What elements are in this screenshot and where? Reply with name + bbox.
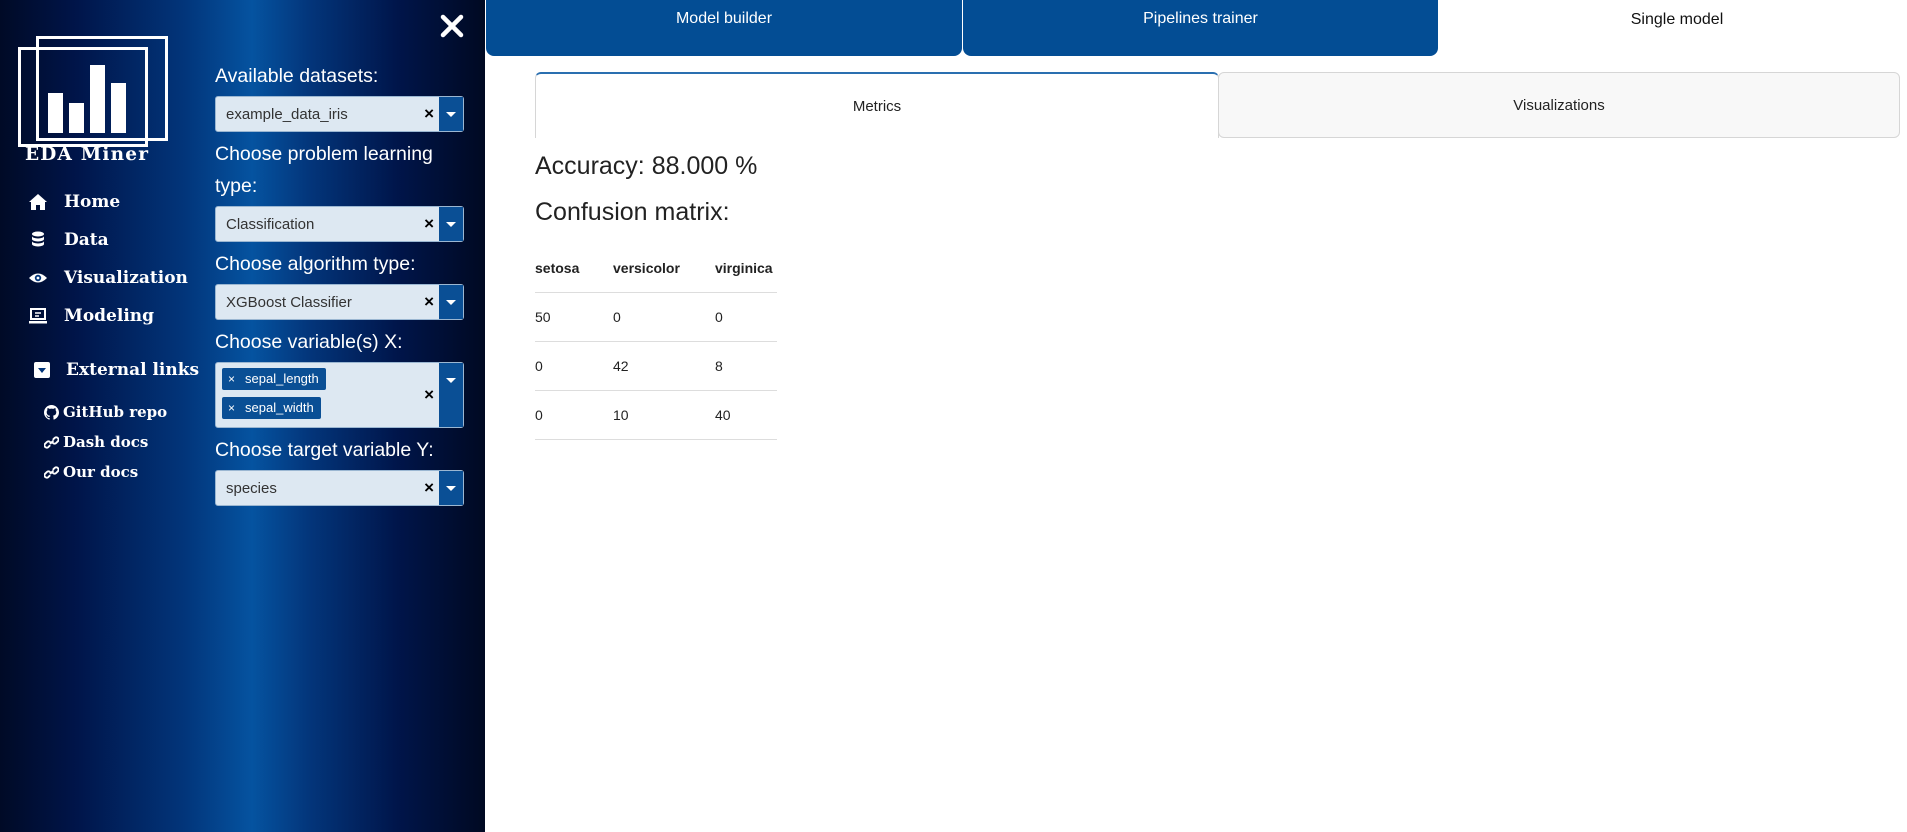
table-row: 0 10 40 xyxy=(535,390,777,440)
chevron-down-icon[interactable] xyxy=(439,207,463,241)
algorithm-label: Choose algorithm type: xyxy=(215,253,416,275)
problem-type-label: Choose problem learning type: xyxy=(215,143,433,197)
column-header: setosa xyxy=(535,243,613,293)
problem-type-dropdown[interactable]: Classification × xyxy=(215,206,464,242)
y-variable-value: species xyxy=(226,480,277,497)
logo-text: EDA Miner xyxy=(25,144,150,165)
external-links-toggle[interactable]: External links xyxy=(34,360,199,380)
tab-single-model[interactable]: Single model xyxy=(1439,0,1907,56)
external-links-list: GitHub repo Dash docs Our docs xyxy=(44,397,167,487)
remove-tag-icon[interactable]: × xyxy=(228,372,235,386)
model-controls: Available datasets: example_data_iris × … xyxy=(215,60,465,512)
close-sidebar-icon[interactable] xyxy=(436,10,468,42)
sidebar-item-data[interactable]: Data xyxy=(28,221,188,259)
remove-tag-icon[interactable]: × xyxy=(228,401,235,415)
y-variable-label: Choose target variable Y: xyxy=(215,439,434,461)
table-row: 50 0 0 xyxy=(535,292,777,342)
clear-icon[interactable]: × xyxy=(424,105,434,123)
link-icon xyxy=(44,465,59,479)
link-label: Our docs xyxy=(63,463,139,481)
link-label: GitHub repo xyxy=(63,403,168,421)
table-cell: 50 xyxy=(535,292,613,342)
sidebar-item-label: Data xyxy=(64,230,109,250)
datasets-label: Available datasets: xyxy=(215,65,379,87)
github-icon xyxy=(44,404,59,420)
sidebar-item-home[interactable]: Home xyxy=(28,183,188,221)
y-variable-dropdown[interactable]: species × xyxy=(215,470,464,506)
chevron-down-icon[interactable] xyxy=(439,363,463,427)
database-icon xyxy=(32,231,44,247)
table-header-row: setosa versicolor virginica xyxy=(535,243,777,293)
external-links-label: External links xyxy=(66,360,200,380)
dataset-dropdown[interactable]: example_data_iris × xyxy=(215,96,464,132)
x-variables-label: Choose variable(s) X: xyxy=(215,331,403,353)
confusion-matrix-title: Confusion matrix: xyxy=(535,198,730,226)
confusion-matrix-table: setosa versicolor virginica 50 0 0 0 42 … xyxy=(535,243,777,440)
sidebar-item-visualization[interactable]: Visualization xyxy=(28,259,188,297)
dataset-value: example_data_iris xyxy=(226,106,348,123)
tab-pipelines-trainer[interactable]: Pipelines trainer xyxy=(963,0,1438,56)
clear-icon[interactable]: × xyxy=(424,293,434,311)
column-header: virginica xyxy=(715,243,777,293)
link-label: Dash docs xyxy=(63,433,149,451)
table-row: 0 42 8 xyxy=(535,341,777,391)
link-github-repo[interactable]: GitHub repo xyxy=(44,397,167,427)
table-cell: 8 xyxy=(715,341,777,391)
table-cell: 0 xyxy=(715,292,777,342)
chevron-down-icon[interactable] xyxy=(439,285,463,319)
tag-label: sepal_width xyxy=(245,400,314,415)
x-variables-dropdown[interactable]: × sepal_length × sepal_width × xyxy=(215,362,464,428)
column-header: versicolor xyxy=(613,243,715,293)
table-cell: 42 xyxy=(613,341,715,391)
table-cell: 40 xyxy=(715,390,777,440)
algorithm-dropdown[interactable]: XGBoost Classifier × xyxy=(215,284,464,320)
clear-icon[interactable]: × xyxy=(424,215,434,233)
sidebar-item-label: Visualization xyxy=(64,268,188,288)
sidebar-item-label: Home xyxy=(64,192,121,212)
chevron-down-icon[interactable] xyxy=(439,97,463,131)
sidebar-nav: Home Data Visualization Modeling xyxy=(28,183,188,335)
subtab-metrics[interactable]: Metrics xyxy=(535,72,1219,138)
tag-label: sepal_length xyxy=(245,371,319,386)
link-our-docs[interactable]: Our docs xyxy=(44,457,167,487)
sidebar-item-modeling[interactable]: Modeling xyxy=(28,297,188,335)
link-dash-docs[interactable]: Dash docs xyxy=(44,427,167,457)
tab-model-builder[interactable]: Model builder xyxy=(486,0,962,56)
home-icon xyxy=(29,194,47,210)
laptop-icon xyxy=(29,308,47,324)
sidebar-item-label: Modeling xyxy=(64,306,155,326)
selected-tag: × sepal_length xyxy=(222,368,326,390)
table-cell: 0 xyxy=(613,292,715,342)
clear-icon[interactable]: × xyxy=(424,386,434,404)
algorithm-value: XGBoost Classifier xyxy=(226,294,352,311)
subtab-visualizations[interactable]: Visualizations xyxy=(1218,72,1900,138)
caret-down-icon xyxy=(34,362,50,378)
clear-icon[interactable]: × xyxy=(424,479,434,497)
accuracy-text: Accuracy: 88.000 % xyxy=(535,152,758,180)
table-cell: 10 xyxy=(613,390,715,440)
chevron-down-icon[interactable] xyxy=(439,471,463,505)
sidebar: EDA Miner Home Data Visualization Modeli… xyxy=(0,0,485,832)
table-cell: 0 xyxy=(535,390,613,440)
eye-icon xyxy=(29,273,47,283)
selected-tag: × sepal_width xyxy=(222,397,321,419)
link-icon xyxy=(44,435,59,449)
table-cell: 0 xyxy=(535,341,613,391)
problem-type-value: Classification xyxy=(226,216,315,233)
eda-miner-logo[interactable]: EDA Miner xyxy=(18,36,168,168)
